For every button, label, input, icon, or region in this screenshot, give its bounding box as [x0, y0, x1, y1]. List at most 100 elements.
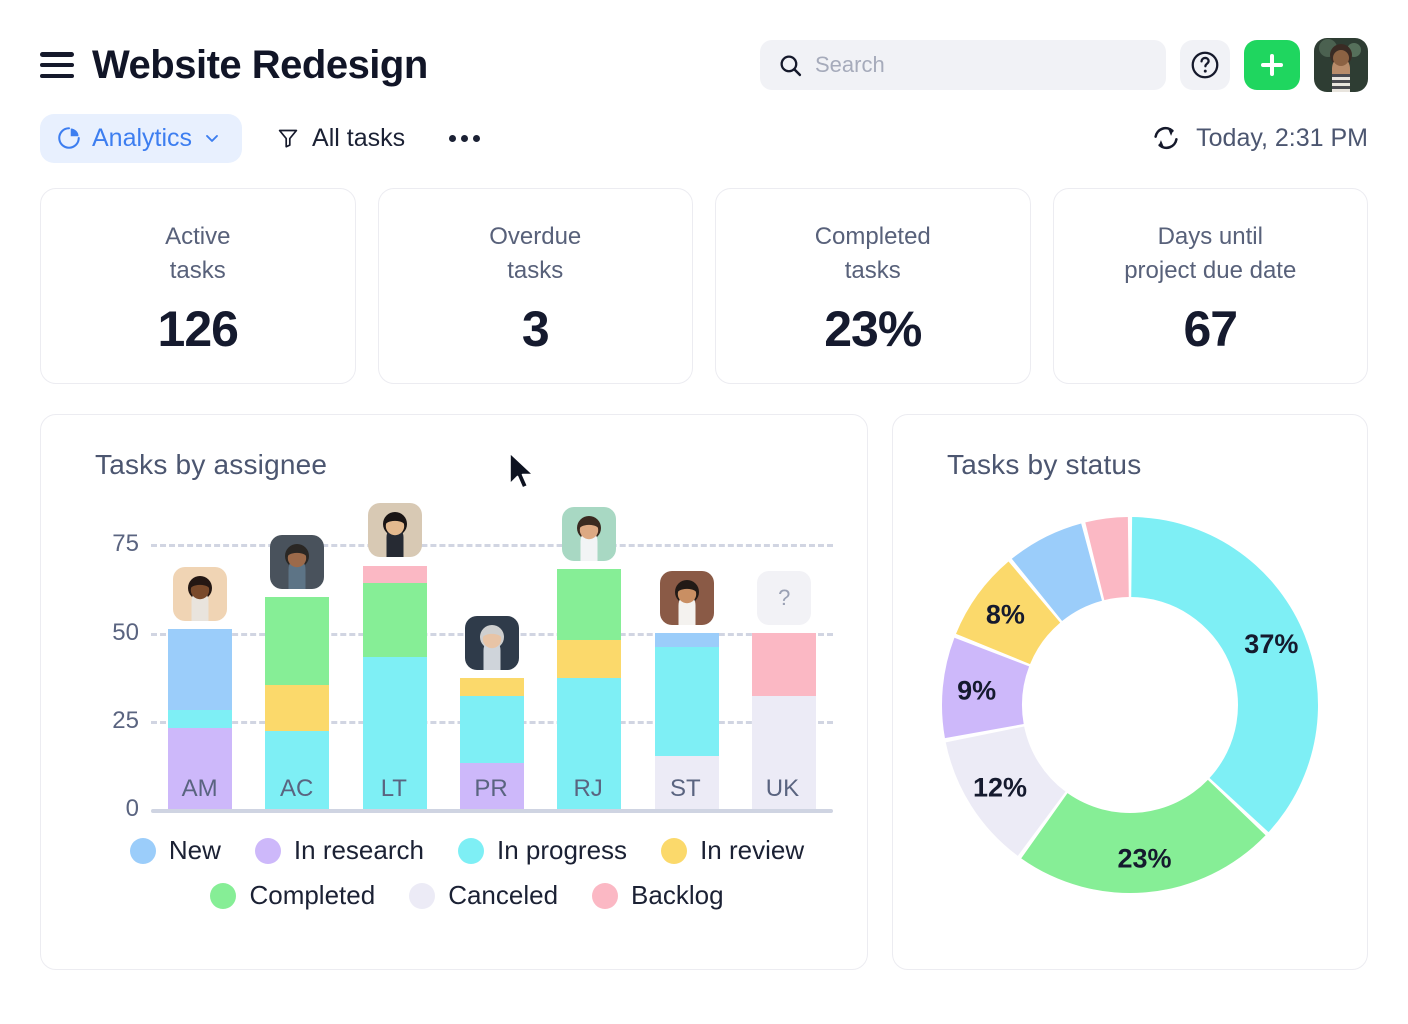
- last-updated-text: Today, 2:31 PM: [1196, 124, 1368, 153]
- assignee-avatar-image: [270, 535, 324, 589]
- legend-color-swatch: [409, 883, 435, 909]
- bar-segment[interactable]: [265, 685, 329, 731]
- legend-color-swatch: [661, 838, 687, 864]
- avatar[interactable]: [1314, 38, 1368, 92]
- donut-slice-label: 12%: [973, 773, 1027, 803]
- more-horizontal-icon[interactable]: [441, 127, 488, 150]
- x-axis-label: AC: [248, 775, 345, 803]
- help-button[interactable]: [1180, 40, 1230, 90]
- bar-segment[interactable]: [363, 583, 427, 657]
- legend-item-in-progress[interactable]: In progress: [458, 835, 627, 866]
- legend-row-1: New In research In progress In review: [97, 835, 837, 866]
- assignee-avatar[interactable]: ?: [757, 571, 811, 625]
- stat-label-line1: Overdue: [489, 223, 581, 250]
- donut-slice-label: 23%: [1117, 843, 1171, 873]
- bar-segment[interactable]: [557, 569, 621, 640]
- donut-slice-label: 37%: [1244, 629, 1298, 659]
- y-axis-tick: 25: [112, 707, 139, 735]
- stat-value: 23%: [824, 300, 921, 358]
- assignee-avatar[interactable]: [270, 535, 324, 589]
- view-selector-analytics[interactable]: Analytics: [40, 114, 242, 163]
- bar-segment[interactable]: [460, 678, 524, 696]
- legend-color-swatch: [592, 883, 618, 909]
- filter-label: All tasks: [312, 124, 405, 153]
- legend-item-new[interactable]: New: [130, 835, 221, 866]
- stat-cards: Activetasks 126 Overdue tasks 3 Completed…: [40, 188, 1368, 384]
- bar-chart-plot: ?: [151, 509, 833, 809]
- assignee-avatar-image: [465, 616, 519, 670]
- bar-segment[interactable]: [460, 696, 524, 763]
- question-mark-icon: [1189, 49, 1221, 81]
- bar-segment[interactable]: [655, 633, 719, 647]
- assignee-avatar[interactable]: [465, 616, 519, 670]
- filter-all-tasks[interactable]: All tasks: [276, 124, 405, 153]
- legend-color-swatch: [255, 838, 281, 864]
- legend-item-in-review[interactable]: In review: [661, 835, 804, 866]
- bar-column: [541, 509, 638, 809]
- stat-label-line2: tasks: [845, 257, 901, 284]
- legend-label: In review: [700, 835, 804, 866]
- bar-chart: 7550250?: [93, 509, 833, 809]
- y-axis-tick: 0: [126, 795, 139, 823]
- legend-label: New: [169, 835, 221, 866]
- bar-segment[interactable]: [363, 566, 427, 584]
- x-axis-label: PR: [442, 775, 539, 803]
- stat-value: 3: [522, 300, 549, 358]
- assignee-avatar[interactable]: [660, 571, 714, 625]
- assignee-avatar-image: [562, 507, 616, 561]
- x-axis-label: LT: [345, 775, 442, 803]
- refresh-icon[interactable]: [1150, 122, 1182, 154]
- stat-card-active-tasks[interactable]: Activetasks 126: [40, 188, 356, 384]
- panel-tasks-by-assignee: Tasks by assignee 7550250? AMACLTPRRJSTU…: [40, 414, 868, 970]
- stat-value: 126: [158, 300, 238, 358]
- x-axis-label: RJ: [540, 775, 637, 803]
- bar-segment[interactable]: [168, 710, 232, 728]
- legend-color-swatch: [210, 883, 236, 909]
- search-input[interactable]: Search: [760, 40, 1166, 90]
- legend-color-swatch: [130, 838, 156, 864]
- y-axis-tick: 75: [112, 530, 139, 558]
- panel-tasks-by-status: Tasks by status 37%23%12%9%8%: [892, 414, 1368, 970]
- assignee-avatar-image: [368, 503, 422, 557]
- search-placeholder: Search: [815, 52, 885, 78]
- assignee-avatar[interactable]: [368, 503, 422, 557]
- legend-row-2: Completed Canceled Backlog: [97, 880, 837, 911]
- assignee-avatar[interactable]: [562, 507, 616, 561]
- stat-card-days-until-due[interactable]: Days untilproject due date 67: [1053, 188, 1369, 384]
- legend-item-in-research[interactable]: In research: [255, 835, 424, 866]
- app-root: Website Redesign Search: [0, 0, 1408, 1024]
- stat-label-line2: tasks: [507, 257, 563, 284]
- chart-legend: New In research In progress In review Compl…: [97, 835, 837, 925]
- x-axis-line: [151, 809, 833, 813]
- add-button[interactable]: [1244, 40, 1300, 90]
- bar-segment[interactable]: [752, 633, 816, 697]
- bar-segment[interactable]: [168, 629, 232, 710]
- legend-label: Canceled: [448, 880, 558, 911]
- user-avatar-image: [1314, 38, 1368, 92]
- page-title: Website Redesign: [92, 43, 428, 88]
- legend-label: Completed: [249, 880, 375, 911]
- bar-segment[interactable]: [557, 640, 621, 679]
- x-axis-label: UK: [734, 775, 831, 803]
- donut-slice[interactable]: [1131, 517, 1318, 832]
- bar-segment[interactable]: [655, 647, 719, 756]
- legend-item-completed[interactable]: Completed: [210, 880, 375, 911]
- charts-row: Tasks by assignee 7550250? AMACLTPRRJSTU…: [40, 414, 1368, 970]
- bar-stack[interactable]: [557, 569, 621, 809]
- bar-column: ?: [736, 509, 833, 809]
- bar-stack[interactable]: [363, 566, 427, 810]
- stat-card-overdue-tasks[interactable]: Overdue tasks 3: [378, 188, 694, 384]
- last-updated: Today, 2:31 PM: [1150, 122, 1368, 154]
- bar-segment[interactable]: [265, 597, 329, 685]
- legend-label: In progress: [497, 835, 627, 866]
- assignee-avatar-image: [660, 571, 714, 625]
- bar-column: [346, 509, 443, 809]
- assignee-avatar[interactable]: [173, 567, 227, 621]
- legend-item-backlog[interactable]: Backlog: [592, 880, 724, 911]
- legend-item-canceled[interactable]: Canceled: [409, 880, 558, 911]
- hamburger-icon[interactable]: [40, 52, 74, 78]
- chevron-down-icon: [202, 128, 222, 148]
- pie-chart-icon: [56, 125, 82, 151]
- stat-label-line2: project due date: [1124, 257, 1296, 284]
- stat-card-completed-tasks[interactable]: Completedtasks 23%: [715, 188, 1031, 384]
